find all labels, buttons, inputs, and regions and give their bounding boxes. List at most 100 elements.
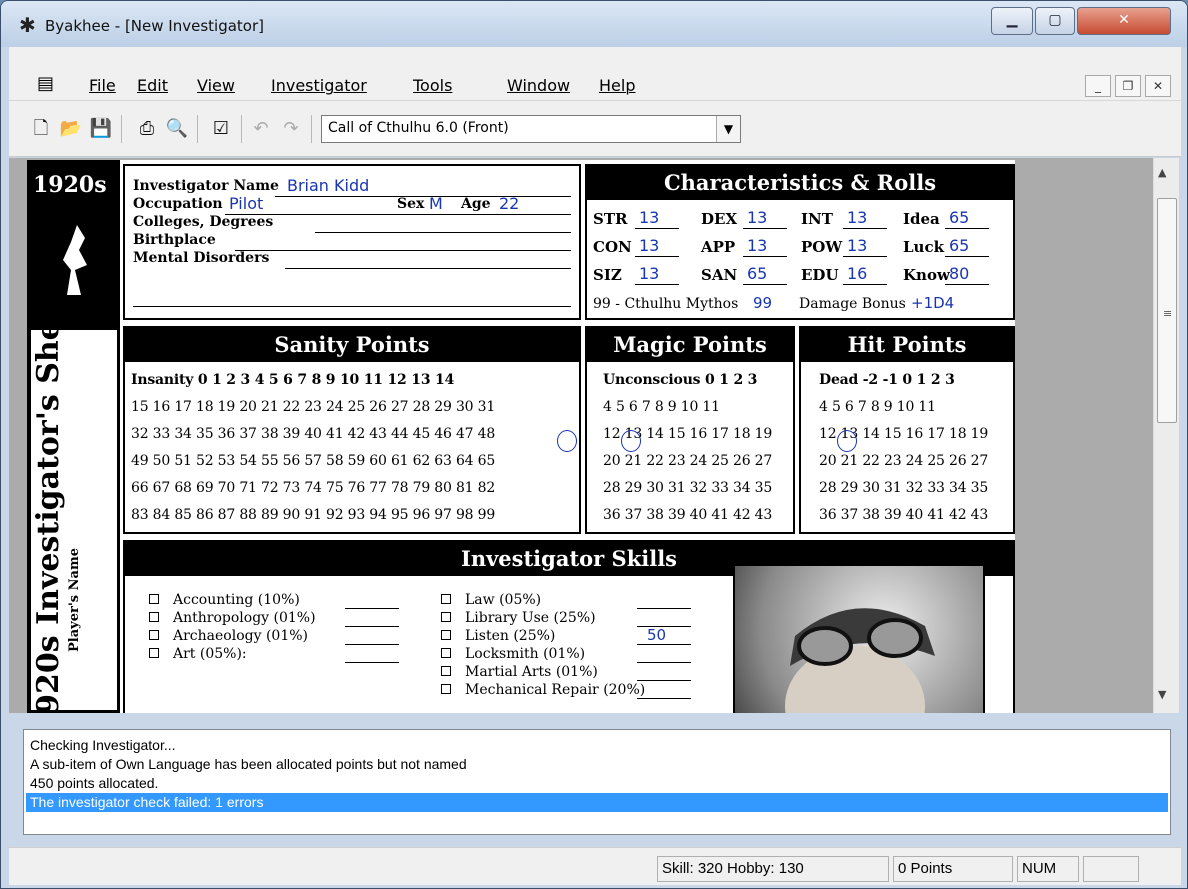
track-row[interactable]: 4 5 6 7 8 9 10 11 — [819, 399, 936, 415]
scroll-thumb[interactable]: ≡ — [1157, 198, 1177, 423]
mdi-restore-button[interactable]: ❐ — [1115, 75, 1141, 97]
track-row[interactable]: 20 21 22 23 24 25 26 27 — [603, 453, 772, 469]
check-log[interactable]: Checking Investigator... A sub-item of O… — [23, 729, 1171, 835]
skill-label: Mechanical Repair (20%) — [465, 682, 646, 698]
underline — [743, 256, 787, 257]
document-icon[interactable]: ▤ — [37, 73, 54, 94]
underline — [225, 214, 571, 215]
track-row[interactable]: 66 67 68 69 70 71 72 73 74 75 76 77 78 7… — [131, 480, 495, 496]
track-row[interactable]: Dead -2 -1 0 1 2 3 — [819, 372, 955, 388]
characteristic-value[interactable]: 65 — [949, 208, 969, 227]
menu-file[interactable]: File — [89, 76, 116, 95]
vertical-scrollbar[interactable]: ▲ ≡ ▼ — [1153, 158, 1179, 713]
hit-points-box: Hit Points Dead -2 -1 0 1 2 3 4 5 6 7 8 9… — [799, 326, 1015, 534]
skill-checkbox[interactable] — [441, 666, 451, 676]
menu-edit[interactable]: Edit — [137, 76, 168, 95]
underline — [315, 232, 571, 233]
sex-value[interactable]: M — [429, 194, 443, 213]
skill-checkbox[interactable] — [441, 612, 451, 622]
mythos-value[interactable]: 99 — [753, 294, 772, 312]
track-row[interactable]: 36 37 38 39 40 41 42 43 — [603, 507, 772, 523]
redo-icon[interactable]: ↷ — [279, 117, 303, 141]
menu-investigator[interactable]: Investigator — [271, 76, 367, 95]
track-row[interactable]: 28 29 30 31 32 33 34 35 — [603, 480, 772, 496]
menu-window[interactable]: Window — [507, 76, 570, 95]
characteristic-value[interactable]: 65 — [747, 264, 767, 283]
characteristic-value[interactable]: 80 — [949, 264, 969, 283]
underline — [843, 284, 887, 285]
characteristic-value[interactable]: 13 — [847, 208, 867, 227]
track-row[interactable]: 20 21 22 23 24 25 26 27 — [819, 453, 988, 469]
window-frame — [9, 47, 1181, 69]
characteristic-value[interactable]: 13 — [747, 236, 767, 255]
skill-checkbox[interactable] — [149, 594, 159, 604]
log-line-selected[interactable]: The investigator check failed: 1 errors — [26, 793, 1168, 812]
underline — [743, 228, 787, 229]
maximize-button[interactable]: ▢ — [1035, 7, 1075, 35]
track-row[interactable]: 32 33 34 35 36 37 38 39 40 41 42 43 44 4… — [131, 426, 495, 442]
skill-checkbox[interactable] — [441, 594, 451, 604]
print-icon[interactable]: ⎙ — [135, 117, 159, 141]
toolbar-separator — [311, 115, 312, 143]
characteristic-value[interactable]: 13 — [747, 208, 767, 227]
byakhee-app-icon[interactable]: ✱ — [19, 13, 36, 37]
track-row[interactable]: 49 50 51 52 53 54 55 56 57 58 59 60 61 6… — [131, 453, 495, 469]
characteristic-value[interactable]: 13 — [639, 264, 659, 283]
track-row[interactable]: 4 5 6 7 8 9 10 11 — [603, 399, 720, 415]
new-icon[interactable]: 🗋 — [29, 117, 53, 141]
print-preview-icon[interactable]: 🔍 — [165, 117, 189, 141]
track-row[interactable]: 36 37 38 39 40 41 42 43 — [819, 507, 988, 523]
track-row[interactable]: 15 16 17 18 19 20 21 22 23 24 25 26 27 2… — [131, 399, 495, 415]
skill-checkbox[interactable] — [441, 648, 451, 658]
track-row[interactable]: Insanity 0 1 2 3 4 5 6 7 8 9 10 11 12 13… — [131, 372, 454, 388]
mental-disorders-label: Mental Disorders — [133, 250, 270, 266]
skill-label: Accounting (10%) — [173, 592, 300, 608]
track-row[interactable]: Unconscious 0 1 2 3 — [603, 372, 757, 388]
minimize-button[interactable]: ▁ — [991, 7, 1033, 35]
scroll-down-icon[interactable]: ▼ — [1158, 688, 1166, 701]
open-icon[interactable]: 📂 — [59, 117, 83, 141]
check-icon[interactable]: ☑ — [209, 117, 233, 141]
close-button[interactable]: ✕ — [1077, 7, 1171, 35]
characteristic-value[interactable]: 65 — [949, 236, 969, 255]
colleges-label: Colleges, Degrees — [133, 214, 274, 230]
damage-bonus-value[interactable]: +1D4 — [911, 294, 954, 312]
characteristic-value[interactable]: 13 — [639, 236, 659, 255]
mdi-close-button[interactable]: ✕ — [1145, 75, 1171, 97]
age-value[interactable]: 22 — [499, 194, 519, 213]
track-row[interactable]: 83 84 85 86 87 88 89 90 91 92 93 94 95 9… — [131, 507, 495, 523]
occupation-label: Occupation — [133, 196, 223, 212]
menu-tools[interactable]: Tools — [413, 76, 452, 95]
skill-checkbox[interactable] — [441, 684, 451, 694]
current-magic-marker — [621, 430, 641, 452]
characteristic-label: APP — [701, 238, 736, 256]
chevron-down-icon[interactable]: ▼ — [716, 116, 740, 142]
menu-view[interactable]: View — [197, 76, 235, 95]
app-window: ✱ Byakhee - [New Investigator] ▁ ▢ ✕ ▤ F… — [0, 0, 1188, 889]
underline — [635, 284, 679, 285]
characteristic-value[interactable]: 13 — [639, 208, 659, 227]
skill-checkbox[interactable] — [149, 612, 159, 622]
skill-checkbox[interactable] — [149, 630, 159, 640]
scroll-up-icon[interactable]: ▲ — [1158, 166, 1166, 179]
characteristic-value[interactable]: 13 — [847, 236, 867, 255]
skill-value[interactable]: 50 — [647, 626, 666, 644]
investigator-name-value[interactable]: Brian Kidd — [287, 176, 369, 195]
skill-checkbox[interactable] — [441, 630, 451, 640]
sex-label: Sex — [397, 196, 425, 212]
sheet-select[interactable]: Call of Cthulhu 6.0 (Front) ▼ — [321, 115, 741, 143]
underline — [637, 608, 691, 609]
skill-checkbox[interactable] — [149, 648, 159, 658]
track-row[interactable]: 28 29 30 31 32 33 34 35 — [819, 480, 988, 496]
save-icon[interactable]: 💾 — [89, 117, 113, 141]
menu-bar: ▤ File Edit View Investigator Tools Wind… — [9, 69, 1181, 101]
birthplace-label: Birthplace — [133, 232, 216, 248]
occupation-value[interactable]: Pilot — [229, 194, 263, 213]
characteristic-value[interactable]: 16 — [847, 264, 867, 283]
minimize-icon: ▁ — [1006, 12, 1018, 28]
magic-points-heading: Magic Points — [587, 328, 793, 362]
undo-icon[interactable]: ↶ — [249, 117, 273, 141]
grip-icon: ≡ — [1163, 307, 1173, 320]
mdi-minimize-button[interactable]: _ — [1085, 75, 1111, 97]
menu-help[interactable]: Help — [599, 76, 635, 95]
